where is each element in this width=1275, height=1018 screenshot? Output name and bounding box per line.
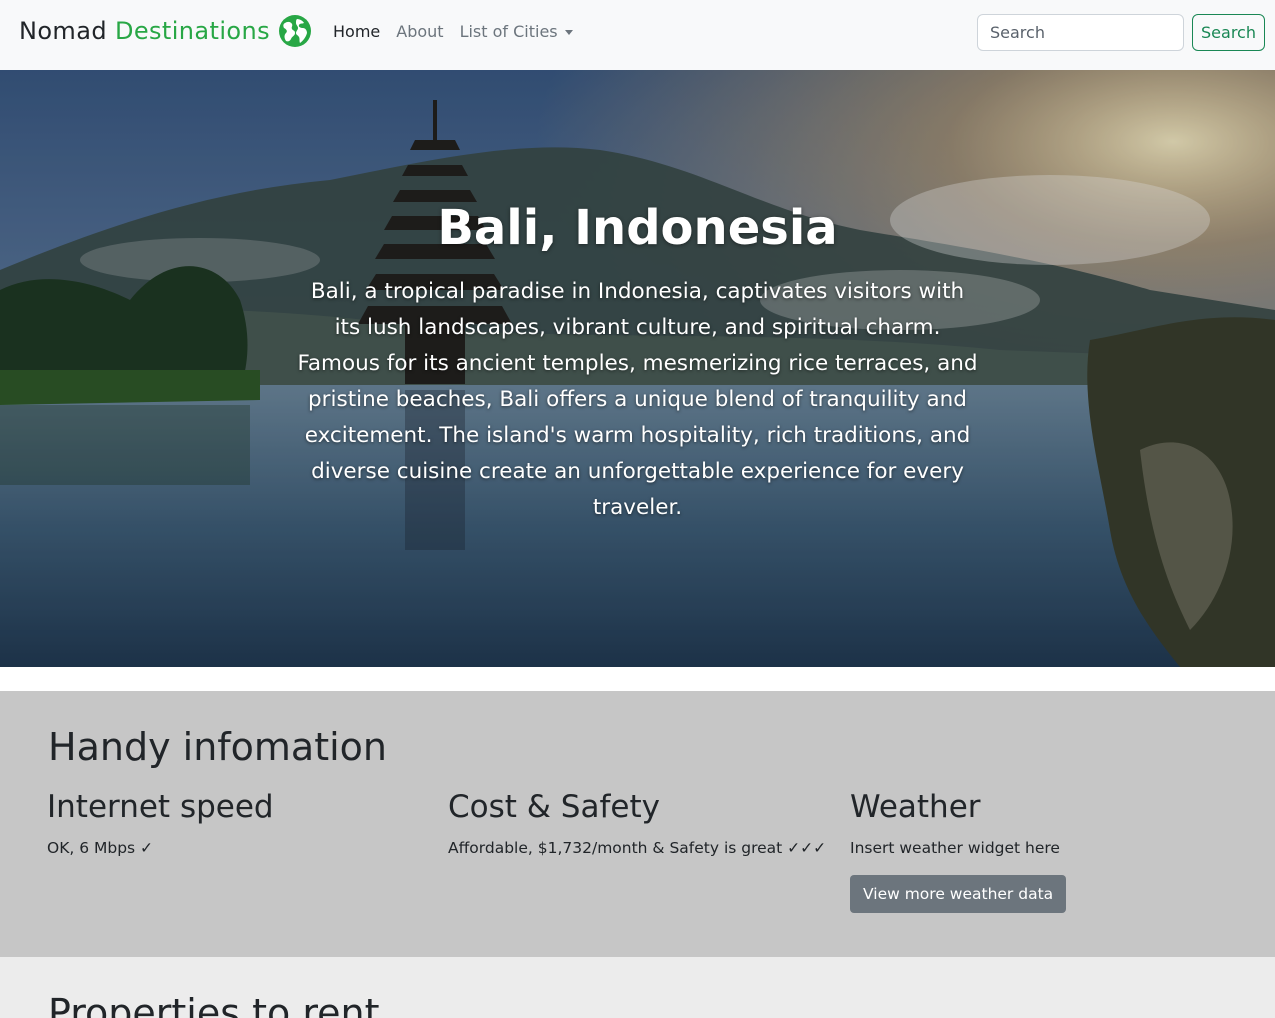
hero-banner: Bali, Indonesia Bali, a tropical paradis… [0, 70, 1275, 667]
internet-speed-title: Internet speed [47, 789, 274, 825]
cost-safety-title: Cost & Safety [448, 789, 660, 825]
weather-title: Weather [850, 789, 981, 825]
search-button[interactable]: Search [1192, 14, 1265, 51]
properties-section: Properties to rent [0, 957, 1275, 1018]
hero-title: Bali, Indonesia [437, 200, 838, 256]
view-weather-data-button[interactable]: View more weather data [850, 875, 1067, 913]
weather-card: Weather Insert weather widget here View … [850, 788, 1230, 913]
caret-down-icon [564, 30, 573, 35]
globe-icon [278, 14, 312, 48]
search-input[interactable] [977, 14, 1184, 51]
navbar: Nomad Destinations Home About List of Ci… [0, 0, 1275, 70]
properties-heading: Properties to rent [48, 991, 380, 1018]
brand-logo[interactable]: Nomad Destinations [19, 14, 312, 48]
internet-speed-card: Internet speed OK, 6 Mbps ✓ [47, 788, 427, 859]
nav-link-home[interactable]: Home [333, 22, 380, 41]
nav-links: Home About List of Cities [333, 22, 589, 41]
handy-information-section: Handy infomation Internet speed OK, 6 Mb… [0, 691, 1275, 957]
hero-content: Bali, Indonesia Bali, a tropical paradis… [296, 198, 979, 526]
nav-dropdown-cities-label: List of Cities [459, 22, 558, 41]
nav-link-about[interactable]: About [396, 22, 443, 41]
internet-speed-text: OK, 6 Mbps ✓ [47, 839, 154, 857]
nav-dropdown-cities[interactable]: List of Cities [460, 22, 573, 41]
cost-safety-card: Cost & Safety Affordable, $1,732/month &… [448, 788, 828, 859]
handy-info-heading: Handy infomation [48, 725, 387, 769]
brand-name-part1: Nomad [19, 17, 107, 45]
weather-text: Insert weather widget here [850, 839, 1060, 857]
brand-name-part2: Destinations [114, 17, 270, 45]
hero-description: Bali, a tropical paradise in Indonesia, … [297, 279, 978, 520]
cost-safety-text: Affordable, $1,732/month & Safety is gre… [448, 839, 827, 857]
